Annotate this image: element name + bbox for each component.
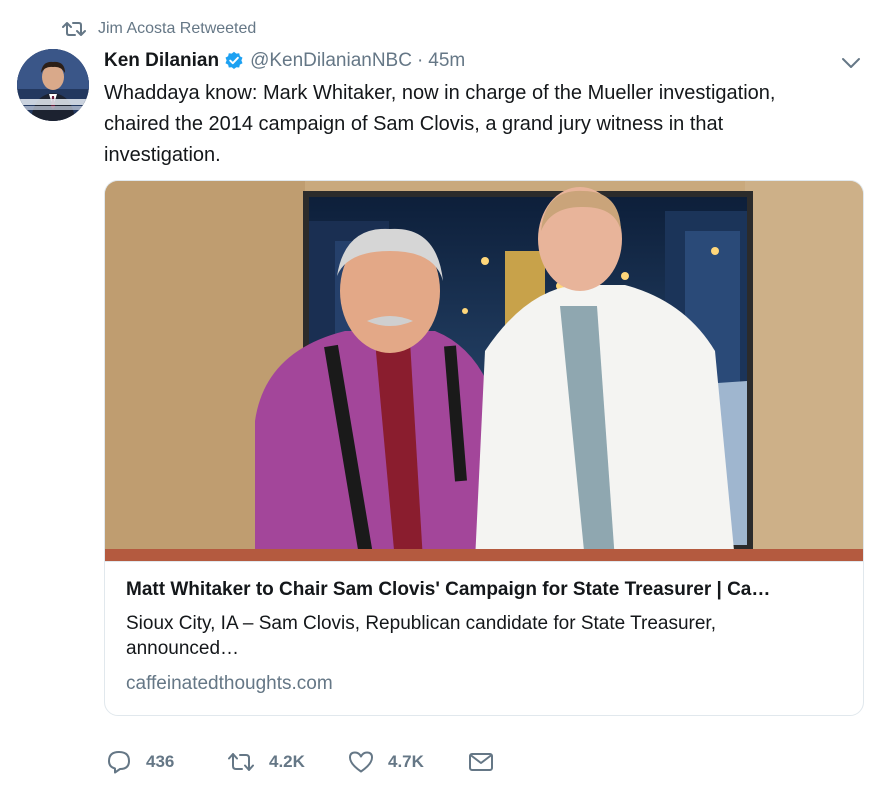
card-domain[interactable]: caffeinatedthoughts.com (126, 672, 843, 696)
retweet-icon (227, 750, 255, 774)
header-separator: · (416, 50, 424, 71)
reply-count: 436 (146, 752, 175, 771)
chevron-down-icon[interactable] (840, 56, 862, 70)
tweet-actions: 436 4.2K 4.7K (106, 748, 494, 776)
card-image[interactable] (105, 181, 863, 561)
link-card[interactable]: Matt Whitaker to Chair Sam Clovis' Campa… (104, 180, 864, 716)
like-count: 4.7K (388, 752, 424, 771)
card-body[interactable]: Matt Whitaker to Chair Sam Clovis' Campa… (105, 561, 863, 715)
card-description: Sioux City, IA – Sam Clovis, Republican … (126, 613, 716, 659)
tweet-text: Whaddaya know: Mark Whitaker, now in cha… (104, 82, 776, 166)
direct-message-button[interactable] (468, 751, 494, 773)
retweet-icon (62, 19, 86, 39)
reply-icon (106, 749, 132, 775)
envelope-icon (468, 751, 494, 773)
retweet-context-label: Jim Acosta Retweeted (98, 20, 257, 37)
author-display-name[interactable]: Ken Dilanian (104, 50, 219, 72)
verified-badge-icon (224, 51, 244, 71)
retweet-count: 4.2K (269, 752, 305, 771)
tweet-timestamp[interactable]: 45m (428, 50, 465, 72)
retweet-context[interactable]: Jim Acosta Retweeted (62, 18, 256, 40)
card-title[interactable]: Matt Whitaker to Chair Sam Clovis' Campa… (126, 578, 843, 602)
retweet-button[interactable]: 4.2K (227, 750, 348, 774)
avatar[interactable] (17, 49, 89, 121)
reply-button[interactable]: 436 (106, 749, 227, 775)
author-handle[interactable]: @KenDilanianNBC (250, 50, 412, 72)
like-button[interactable]: 4.7K (348, 750, 468, 774)
heart-icon (348, 750, 374, 774)
tweet-header: Ken Dilanian @KenDilanianNBC · 45m (104, 48, 465, 74)
